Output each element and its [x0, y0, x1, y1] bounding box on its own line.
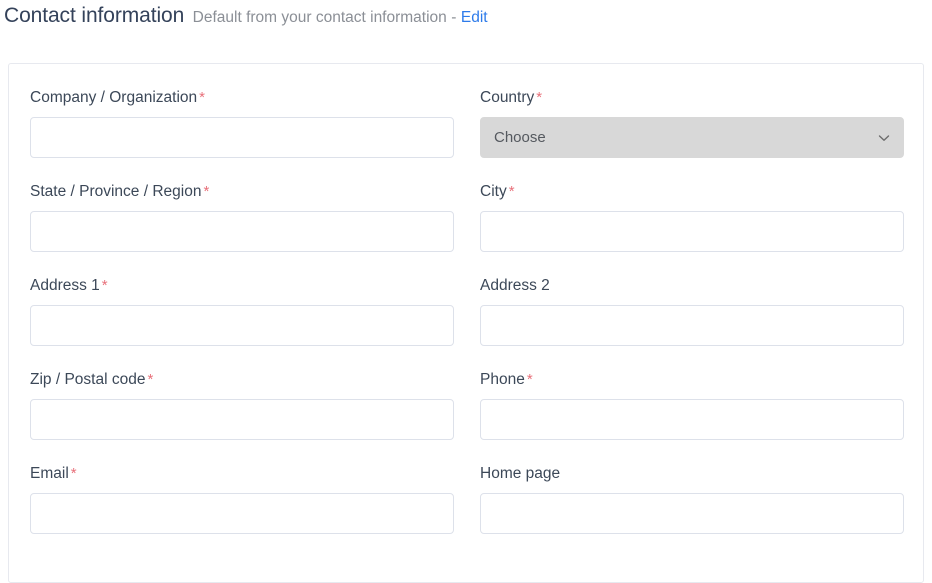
address2-label: Address 2	[480, 276, 904, 296]
address1-label: Address 1 *	[30, 276, 454, 296]
edit-link[interactable]: Edit	[461, 9, 488, 26]
state-label-text: State / Province / Region	[30, 183, 202, 200]
page-title: Contact information	[4, 4, 185, 27]
company-label-text: Company / Organization	[30, 89, 198, 106]
email-required-asterisk: *	[70, 465, 77, 482]
company-label: Company / Organization *	[30, 88, 454, 108]
field-address2: Address 2	[480, 276, 904, 346]
company-required-asterisk: *	[199, 89, 205, 106]
country-label-text: Country	[480, 89, 535, 106]
city-label: City *	[480, 182, 904, 202]
field-homepage: Home page	[480, 464, 904, 534]
page-subtitle: Default from your contact information	[192, 9, 447, 26]
address1-label-text: Address 1	[30, 277, 100, 294]
homepage-label-text: Home page	[480, 465, 561, 482]
city-label-text: City	[480, 183, 507, 200]
address2-label-text: Address 2	[480, 277, 550, 294]
state-label: State / Province / Region *	[30, 182, 454, 202]
country-label: Country *	[480, 88, 904, 108]
country-required-asterisk: *	[536, 89, 543, 106]
field-phone: Phone *	[480, 370, 904, 440]
phone-required-asterisk: *	[526, 371, 533, 388]
address2-input[interactable]	[480, 305, 904, 346]
phone-label: Phone *	[480, 370, 904, 390]
header-separator: -	[451, 9, 457, 26]
email-input[interactable]	[30, 493, 454, 534]
zip-label: Zip / Postal code *	[30, 370, 454, 390]
country-select-value: Choose	[494, 129, 546, 146]
phone-input[interactable]	[480, 399, 904, 440]
field-company: Company / Organization *	[30, 88, 454, 158]
email-label: Email *	[30, 464, 454, 484]
page-header: Contact information Default from your co…	[4, 2, 488, 32]
zip-input[interactable]	[30, 399, 454, 440]
country-select-wrapper: Choose	[480, 117, 904, 158]
address1-required-asterisk: *	[101, 277, 108, 294]
zip-label-text: Zip / Postal code	[30, 371, 146, 388]
field-zip: Zip / Postal code *	[30, 370, 454, 440]
contact-information-card: Company / Organization * Country * Choose Sta…	[8, 63, 924, 583]
field-email: Email *	[30, 464, 454, 534]
contact-information-form: Company / Organization * Country * Choose Sta…	[30, 88, 904, 558]
field-address1: Address 1 *	[30, 276, 454, 346]
address1-input[interactable]	[30, 305, 454, 346]
city-input[interactable]	[480, 211, 904, 252]
field-city: City *	[480, 182, 904, 252]
homepage-input[interactable]	[480, 493, 904, 534]
state-required-asterisk: *	[203, 183, 210, 200]
field-country: Country * Choose	[480, 88, 904, 158]
company-input[interactable]	[30, 117, 454, 158]
homepage-label: Home page	[480, 464, 904, 484]
country-select[interactable]: Choose	[480, 117, 904, 158]
zip-required-asterisk: *	[147, 371, 154, 388]
city-required-asterisk: *	[508, 183, 515, 200]
phone-label-text: Phone	[480, 371, 525, 388]
field-state: State / Province / Region *	[30, 182, 454, 252]
state-input[interactable]	[30, 211, 454, 252]
email-label-text: Email	[30, 465, 69, 482]
